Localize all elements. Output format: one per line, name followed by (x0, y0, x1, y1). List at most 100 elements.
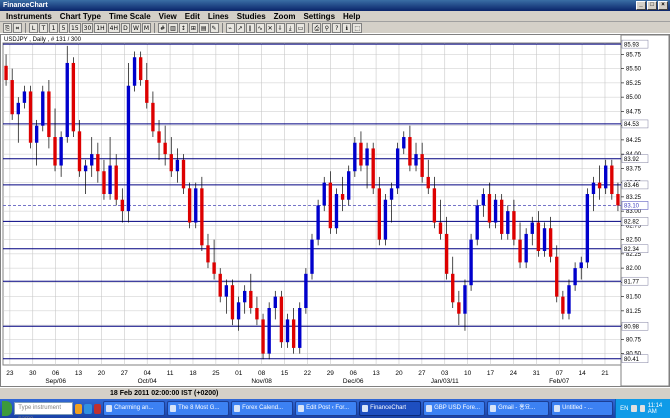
taskbar-item[interactable]: Gmail - 홍요... (487, 401, 550, 416)
chart-area[interactable]: USDJPY , Daily , # 131 / 300 23 30 06 13 20 2… (0, 34, 670, 387)
x-tick-label: 20 (395, 370, 403, 377)
toolbar-button[interactable]: 4H (107, 22, 120, 33)
toolbar-button[interactable]: ⌗ (13, 22, 22, 33)
candle-body (518, 239, 522, 263)
toolbar-button[interactable]: ⎙ (312, 22, 322, 33)
toolbar-button[interactable]: ⎘ (3, 22, 12, 33)
toolbar-button[interactable]: 30 (81, 22, 94, 33)
x-tick-label: 18 (189, 370, 197, 377)
taskbar-item[interactable]: Charming an... (103, 401, 166, 416)
tray-icon[interactable] (639, 405, 645, 412)
menu-time-scale[interactable]: Time Scale (105, 11, 155, 21)
toolbar-button[interactable]: ⊞ (188, 22, 198, 33)
candle-body (291, 319, 296, 348)
toolbar-button[interactable]: # (158, 22, 168, 33)
toolbar-button[interactable]: 15 (69, 22, 81, 33)
toolbar-button[interactable]: ∥ (245, 22, 255, 33)
candlestick-chart[interactable]: 23 30 06 13 20 27 04 11 18 25 01 08 15 22 29 06 13 20 27 03… (1, 35, 669, 386)
x-tick-label: 23 (6, 370, 14, 377)
candle-body (340, 194, 345, 200)
x-tick-label: 04 (144, 370, 152, 377)
menu-zoom[interactable]: Zoom (270, 11, 300, 21)
candle-body (132, 57, 137, 86)
toolbar-separator (25, 22, 26, 33)
candle-body (194, 188, 198, 223)
toolbar-button[interactable]: M (141, 22, 152, 33)
menu-studies[interactable]: Studies (233, 11, 270, 21)
chart-toolbar: ⎘ ⌗ L T 1 5 15 30 1H 4H D W M # ▥ ↕ ⊞ ▤ ✎ ⌁ ↗ ∥ ∿ ✕ ⇩ ⤓ ▭ ⎙ ⚲? ℹ ⬚ (0, 22, 670, 34)
toolbar-button[interactable]: ▤ (198, 22, 209, 33)
candle-body (267, 308, 271, 354)
candle-body (41, 91, 45, 126)
x-tick-label: 13 (372, 370, 380, 377)
toolbar-button[interactable]: W (130, 22, 141, 33)
instrument-search-input[interactable]: Type instrument name (14, 402, 73, 418)
candle-body (10, 80, 14, 115)
x-tick-label: 01 (235, 370, 243, 377)
menu-view[interactable]: View (155, 11, 181, 21)
toolbar-button[interactable]: L (29, 22, 38, 33)
taskbar-item[interactable]: Forex Calend... (231, 401, 294, 416)
taskbar-item[interactable]: FinanceChart (359, 401, 422, 416)
quicklaunch-icon[interactable] (75, 403, 83, 414)
x-tick-label: 20 (98, 370, 106, 377)
toolbar-button[interactable]: ⬚ (352, 22, 363, 33)
candle-body (310, 239, 314, 274)
toolbar-button[interactable]: ⤓ (285, 22, 295, 33)
menu-settings[interactable]: Settings (299, 11, 339, 21)
toolbar-button[interactable]: ▭ (295, 22, 306, 33)
menu-edit[interactable]: Edit (181, 11, 204, 21)
toolbar-button[interactable]: 1H (94, 22, 107, 33)
candle-body (438, 222, 443, 234)
toolbar-button[interactable]: ✎ (209, 22, 219, 33)
candle-body (34, 125, 39, 143)
candle-body (169, 154, 173, 172)
candle-body (481, 194, 486, 206)
level-label: 83.46 (624, 183, 640, 189)
menu-help[interactable]: Help (339, 11, 364, 21)
toolbar-button[interactable]: ? (332, 22, 342, 33)
candle-body (236, 302, 241, 320)
toolbar-button[interactable]: 5 (59, 22, 68, 33)
taskbar-item[interactable]: Untitled - ... (551, 401, 614, 416)
toolbar-button[interactable]: D (120, 22, 130, 33)
toolbar-button[interactable]: T (39, 22, 48, 33)
toolbar-button[interactable]: ⌁ (225, 22, 235, 33)
x-tick-label: 15 (281, 370, 289, 377)
candle-body (108, 165, 112, 195)
toolbar-button[interactable]: ∿ (255, 22, 265, 33)
taskbar-item[interactable]: The 8 Most G... (167, 401, 230, 416)
quicklaunch-icon[interactable] (93, 403, 102, 414)
menu-chart-type[interactable]: Chart Type (56, 11, 105, 21)
candle-body (347, 171, 351, 200)
menu-instruments[interactable]: Instruments (2, 11, 56, 21)
toolbar-button[interactable]: 1 (49, 22, 58, 33)
toolbar-button[interactable]: ℹ (342, 22, 352, 33)
taskbar-item[interactable]: Edit Post ‹ For... (295, 401, 358, 416)
quicklaunch-icon[interactable] (84, 403, 92, 414)
candle-body (175, 159, 180, 172)
minimize-button[interactable]: _ (636, 1, 646, 10)
toolbar-button[interactable]: ↗ (235, 22, 245, 33)
candle-body (316, 205, 320, 240)
toolbar-button[interactable]: ▥ (168, 22, 178, 33)
candle-body (65, 62, 69, 138)
level-label: 82.82 (624, 220, 640, 226)
candle-body (469, 239, 473, 286)
toolbar-button[interactable]: ⇩ (275, 22, 285, 33)
language-indicator[interactable]: EN (620, 406, 628, 412)
taskbar-item[interactable]: GBP USD Fore... (423, 401, 486, 416)
menu-lines[interactable]: Lines (204, 11, 233, 21)
candle-body (567, 285, 571, 314)
toolbar-button[interactable]: ✕ (265, 22, 275, 33)
toolbar-button[interactable]: ↕ (178, 22, 188, 33)
candle-body (444, 233, 449, 274)
toolbar-button[interactable]: ⚲ (322, 22, 332, 33)
x-tick-label: 25 (212, 370, 220, 377)
maximize-button[interactable]: □ (647, 1, 657, 10)
candle-body (200, 188, 204, 246)
candle-body (157, 131, 161, 143)
tray-icon[interactable] (631, 405, 637, 412)
close-button[interactable]: × (658, 1, 668, 10)
start-button[interactable] (2, 401, 13, 416)
